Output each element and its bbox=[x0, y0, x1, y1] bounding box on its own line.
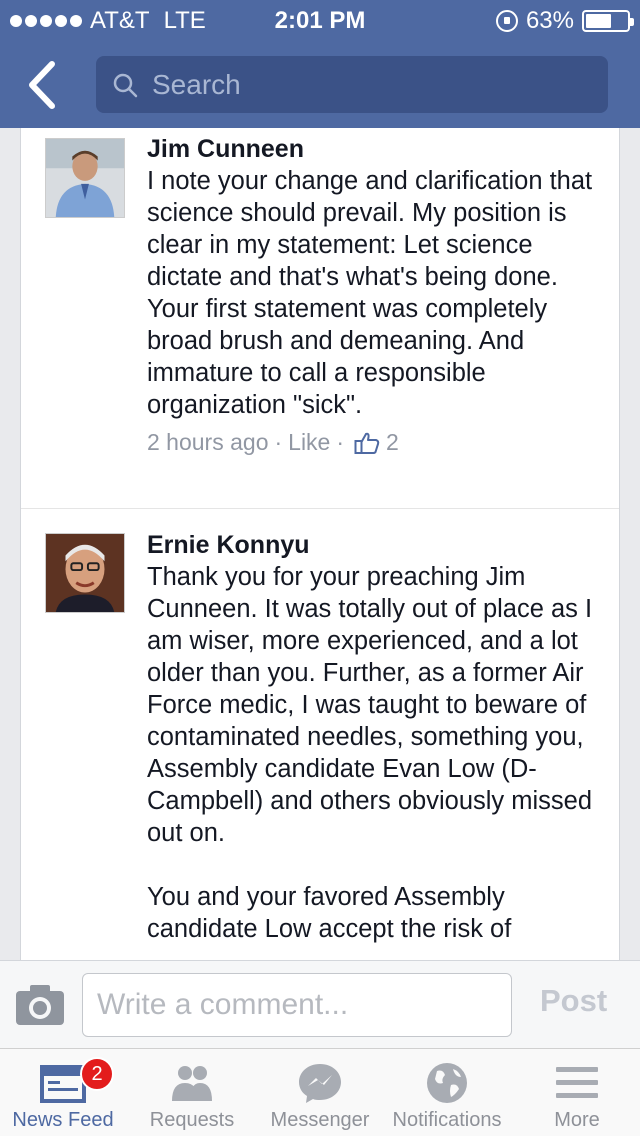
tab-requests[interactable]: Requests bbox=[130, 1049, 254, 1136]
tab-label: News Feed bbox=[12, 1109, 114, 1131]
battery-icon bbox=[582, 10, 634, 32]
comment-timestamp: 2 hours ago bbox=[147, 429, 269, 455]
battery-level bbox=[586, 14, 612, 28]
comment-author[interactable]: Jim Cunneen bbox=[147, 133, 607, 165]
comment-composer: Write a comment... Post bbox=[0, 960, 640, 1048]
search-input[interactable]: Search bbox=[96, 56, 608, 113]
avatar[interactable] bbox=[45, 138, 125, 218]
messenger-icon bbox=[299, 1064, 341, 1103]
profile-photo-ernie-konnyu bbox=[46, 534, 124, 612]
comment-text: Thank you for your preaching Jim Cunneen… bbox=[147, 563, 593, 943]
post-button[interactable]: Post bbox=[540, 983, 607, 1019]
globe-icon bbox=[427, 1063, 467, 1103]
comment-item: Jim Cunneen I note your change and clari… bbox=[21, 128, 619, 508]
tab-messenger[interactable]: Messenger bbox=[258, 1049, 382, 1136]
tab-label: More bbox=[554, 1109, 600, 1131]
comment-text: I note your change and clarification tha… bbox=[147, 167, 600, 419]
status-bar: AT&T LTE 2:01 PM 63% bbox=[0, 0, 640, 40]
rotation-lock-icon bbox=[495, 10, 518, 32]
like-button[interactable]: Like bbox=[288, 429, 330, 456]
tab-label: Notifications bbox=[392, 1109, 502, 1131]
battery-percent: 63% bbox=[525, 7, 574, 34]
tab-label: Requests bbox=[149, 1109, 235, 1131]
menu-icon bbox=[556, 1067, 598, 1098]
device-status: 63% bbox=[495, 7, 634, 35]
tab-bar: 2 News Feed Requests Messenger Notificat… bbox=[0, 1048, 640, 1136]
search-icon bbox=[113, 73, 138, 97]
friend-requests-icon bbox=[172, 1066, 212, 1101]
comment-meta: 2 hours ago · Like · 2 bbox=[147, 429, 607, 456]
separator: · bbox=[274, 429, 283, 455]
chevron-left-icon bbox=[29, 61, 55, 109]
comment-item: Ernie Konnyu Thank you for your preachin… bbox=[21, 509, 619, 960]
news-feed-icon bbox=[40, 1065, 86, 1103]
separator: · bbox=[336, 429, 345, 455]
search-placeholder: Search bbox=[152, 68, 241, 100]
navigation-header: AT&T LTE 2:01 PM 63% Search bbox=[0, 0, 640, 128]
comment-author[interactable]: Ernie Konnyu bbox=[147, 529, 607, 561]
profile-photo-jim-cunneen bbox=[46, 139, 124, 217]
camera-icon[interactable] bbox=[14, 983, 66, 1027]
comment-input[interactable]: Write a comment... bbox=[82, 973, 512, 1037]
tab-more[interactable]: More bbox=[514, 1049, 640, 1136]
back-button[interactable] bbox=[22, 58, 68, 112]
comments-list: Jim Cunneen I note your change and clari… bbox=[20, 128, 620, 960]
comment-body: Ernie Konnyu Thank you for your preachin… bbox=[147, 529, 607, 945]
notification-badge: 2 bbox=[80, 1057, 114, 1091]
comment-body: Jim Cunneen I note your change and clari… bbox=[147, 133, 607, 456]
thumbs-up-icon[interactable] bbox=[354, 431, 380, 455]
tab-notifications[interactable]: Notifications bbox=[384, 1049, 510, 1136]
like-count[interactable]: 2 bbox=[386, 429, 399, 456]
tab-news-feed[interactable]: 2 News Feed bbox=[0, 1049, 126, 1136]
avatar[interactable] bbox=[45, 533, 125, 613]
tab-label: Messenger bbox=[270, 1109, 370, 1131]
